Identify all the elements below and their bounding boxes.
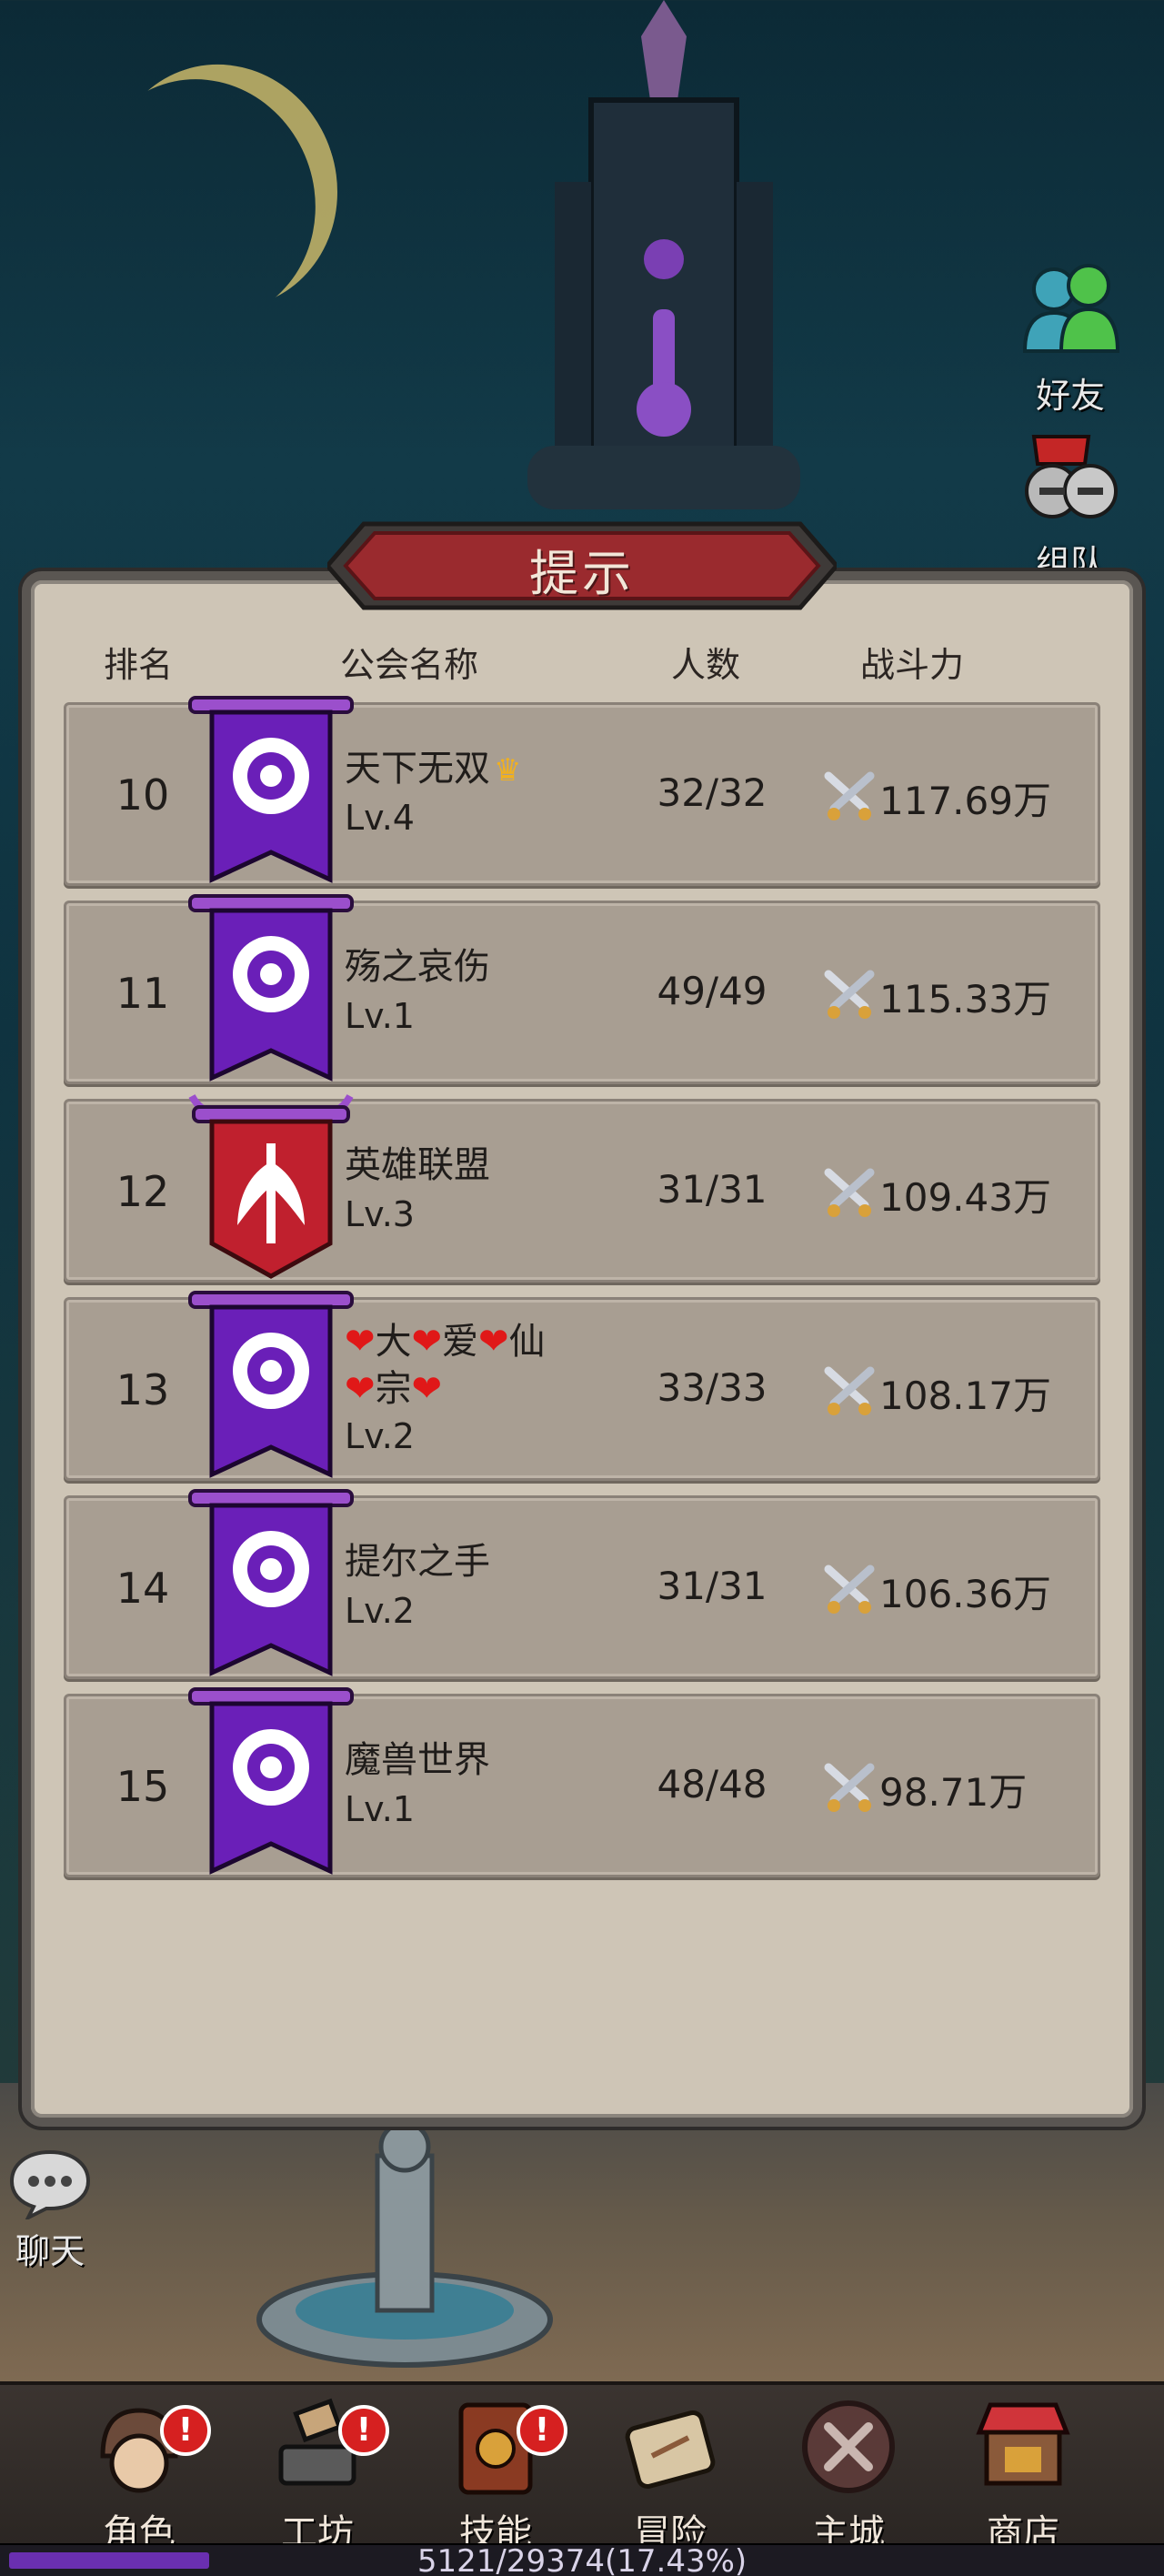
purple-guild-banner-icon: [188, 1687, 354, 1875]
guild-row[interactable]: 10 天下无双 ♛ Lv.4 32/32 117.69万: [64, 696, 1100, 886]
guild-power: 115.33万: [879, 977, 1051, 1021]
table-header: 排名 公会名称 人数 战斗力: [36, 637, 1109, 691]
friends-icon: [1022, 264, 1120, 353]
header-power: 战斗力: [860, 645, 965, 685]
guild-level: Lv.2: [345, 1591, 415, 1631]
alert-badge: !: [160, 2405, 211, 2456]
nav-adventure[interactable]: 冒险: [593, 2392, 748, 2554]
guild-row[interactable]: 12 英雄联盟 Lv.3 31/31 109.43万: [64, 1093, 1100, 1283]
header-rank: 排名: [104, 645, 174, 685]
header-guild-name: 公会名称: [340, 645, 479, 685]
guild-rank: 13: [115, 1365, 170, 1414]
adventure-scroll-icon: [625, 2410, 716, 2489]
crown-icon: ♛: [494, 752, 522, 789]
guild-level: Lv.1: [345, 1789, 415, 1829]
guild-power: 108.17万: [879, 1374, 1051, 1418]
dark-tower-icon: [527, 0, 800, 509]
purple-guild-banner-icon: [188, 1489, 354, 1676]
crossed-swords-icon: [824, 970, 875, 1019]
guild-name-line2: ❤宗❤: [345, 1368, 443, 1410]
guild-members: 49/49: [657, 969, 768, 1013]
nav-workshop[interactable]: ! 工坊: [240, 2392, 395, 2554]
town-scenery: [0, 2083, 1164, 2383]
guild-members: 32/32: [657, 770, 768, 815]
crossed-swords-icon: [824, 771, 875, 820]
guild-name: 英雄联盟: [345, 1144, 490, 1186]
guild-row[interactable]: 15 魔兽世界 Lv.1 48/48 98.71万: [64, 1687, 1100, 1877]
guild-members: 48/48: [657, 1762, 768, 1806]
alert-badge: !: [338, 2405, 389, 2456]
guild-name: 提尔之手: [345, 1541, 490, 1583]
guild-level: Lv.2: [345, 1416, 415, 1456]
guild-rank: 12: [115, 1167, 170, 1216]
experience-text: 5121/29374(17.43%): [416, 2543, 748, 2576]
chat-label: 聊天: [15, 2231, 85, 2271]
team-button[interactable]: 组队: [1011, 428, 1129, 585]
header-members: 人数: [671, 645, 741, 685]
experience-bar: 5121/29374(17.43%): [0, 2543, 1164, 2576]
guild-members: 33/33: [657, 1365, 768, 1410]
guild-row[interactable]: 11 殇之哀伤 Lv.1 49/49 115.33万: [64, 894, 1100, 1084]
nav-main-city[interactable]: 主城: [771, 2392, 926, 2554]
guild-rank: 14: [115, 1564, 170, 1613]
guild-power: 117.69万: [879, 779, 1051, 823]
guild-level: Lv.1: [345, 996, 415, 1036]
alert-badge: !: [517, 2405, 567, 2456]
fountain-statue-icon: [256, 2120, 553, 2368]
guild-level: Lv.4: [345, 798, 415, 838]
nav-skills[interactable]: ! 技能: [418, 2392, 573, 2554]
team-helmets-icon: [1025, 435, 1118, 518]
bottom-nav: ! 角色 ! 工坊 ! 技能 冒险 主城 商店: [0, 2381, 1164, 2554]
guild-level: Lv.3: [345, 1194, 415, 1234]
shop-icon: [976, 2402, 1070, 2486]
red-guild-banner-icon: [188, 1093, 354, 1279]
guild-name: 魔兽世界: [345, 1739, 490, 1781]
chat-button[interactable]: 聊天: [0, 2147, 100, 2273]
guild-power: 98.71万: [879, 1770, 1028, 1815]
guild-rank: 15: [115, 1762, 170, 1811]
crossed-swords-icon: [824, 1565, 875, 1614]
crescent-moon: [76, 35, 368, 338]
guild-name: 天下无双 ♛: [345, 748, 522, 790]
main-city-icon: [802, 2400, 895, 2493]
crossed-swords-icon: [824, 1763, 875, 1812]
guild-name: 殇之哀伤: [345, 946, 490, 988]
dialog-title: 提示: [529, 545, 635, 602]
chat-bubble-icon: [9, 2149, 91, 2222]
crossed-swords-icon: [824, 1366, 875, 1415]
nav-character[interactable]: ! 角色: [62, 2392, 216, 2554]
guild-row[interactable]: 13 ❤大❤爱❤仙 ❤宗❤ Lv.2 33/33 108.17万: [64, 1291, 1100, 1481]
purple-guild-banner-icon: [188, 696, 354, 883]
guild-power: 106.36万: [879, 1572, 1051, 1616]
friends-button[interactable]: 好友: [1011, 260, 1129, 418]
guild-members: 31/31: [657, 1564, 768, 1608]
purple-guild-banner-icon: [188, 894, 354, 1082]
title-holder: 提示: [327, 511, 837, 620]
guild-power: 109.43万: [879, 1175, 1051, 1220]
guild-rank: 11: [115, 969, 170, 1018]
crossed-swords-icon: [824, 1168, 875, 1217]
guild-row[interactable]: 14 提尔之手 Lv.2 31/31 106.36万: [64, 1489, 1100, 1679]
friends-label: 好友: [1035, 376, 1105, 416]
guild-rank: 10: [115, 770, 170, 820]
guild-name: ❤大❤爱❤仙: [345, 1321, 546, 1363]
guild-members: 31/31: [657, 1167, 768, 1212]
purple-guild-banner-icon: [188, 1291, 354, 1478]
nav-shop[interactable]: 商店: [946, 2392, 1100, 2554]
